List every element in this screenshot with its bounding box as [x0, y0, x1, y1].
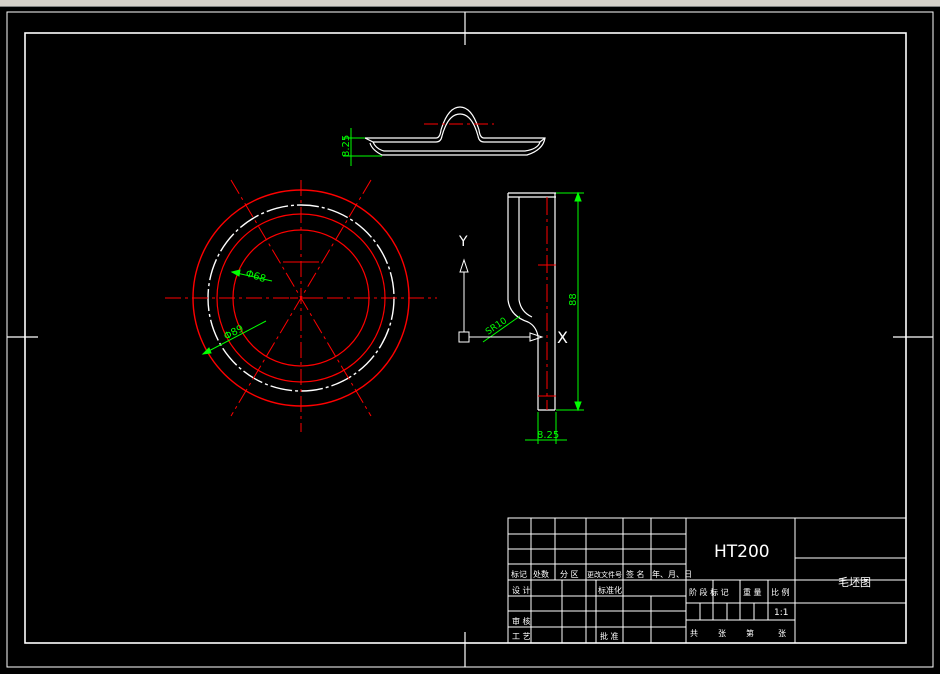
cad-drawing-canvas[interactable]: 8.25 Φ68 Φ89 88 SR10 8.25 Y X HT200 毛坯图 … [0, 6, 940, 674]
tb-stage-mark: 阶 段 标 记 [689, 587, 729, 597]
tb-weight: 重 量 [743, 587, 762, 597]
dim-profile-height-text: 88 [568, 293, 579, 306]
tb-header-change-doc: 更改文件号 [587, 570, 622, 579]
tb-sheet-no: 第 [746, 628, 754, 638]
top-profile-view[interactable] [364, 106, 546, 156]
dim-bottom-thickness-text: 8.25 [537, 430, 559, 441]
tb-sheet-total: 共 [690, 629, 698, 638]
title-block-part-name: 毛坯图 [838, 576, 871, 589]
tb-scale-label: 比 例 [771, 587, 790, 597]
dim-radius-text: SR10 [484, 316, 509, 338]
tb-header-zone: 分 区 [560, 570, 579, 579]
tb-header-count: 处数 [533, 569, 549, 579]
plan-view-centerlines [165, 179, 437, 432]
tb-row-standardize: 标准化 [598, 585, 622, 595]
dim-dia-89-text: Φ89 [222, 323, 245, 342]
side-section-view[interactable] [507, 192, 556, 411]
tb-header-mark: 标记 [511, 569, 527, 579]
tb-row-approve: 批 准 [600, 631, 619, 641]
tb-sheet-unit-1: 张 [718, 629, 726, 638]
tb-header-date: 年、月、日 [652, 569, 692, 579]
tb-sheet-unit-2: 张 [778, 629, 786, 638]
tb-scale-value: 1:1 [774, 608, 788, 618]
dim-top-height-text: 8.25 [341, 135, 352, 157]
tb-header-signature: 签 名 [626, 569, 645, 579]
tb-row-review: 审 核 [512, 616, 531, 626]
ucs-x-label: X [557, 328, 568, 347]
title-block-material: HT200 [714, 542, 770, 562]
dim-dia-68-text: Φ68 [244, 268, 267, 285]
ucs-y-label: Y [458, 234, 468, 250]
drawing-frame [6, 11, 934, 668]
tb-row-process: 工 艺 [512, 632, 531, 641]
side-section-centerline [538, 197, 556, 410]
tb-row-design: 设 计 [512, 585, 531, 595]
